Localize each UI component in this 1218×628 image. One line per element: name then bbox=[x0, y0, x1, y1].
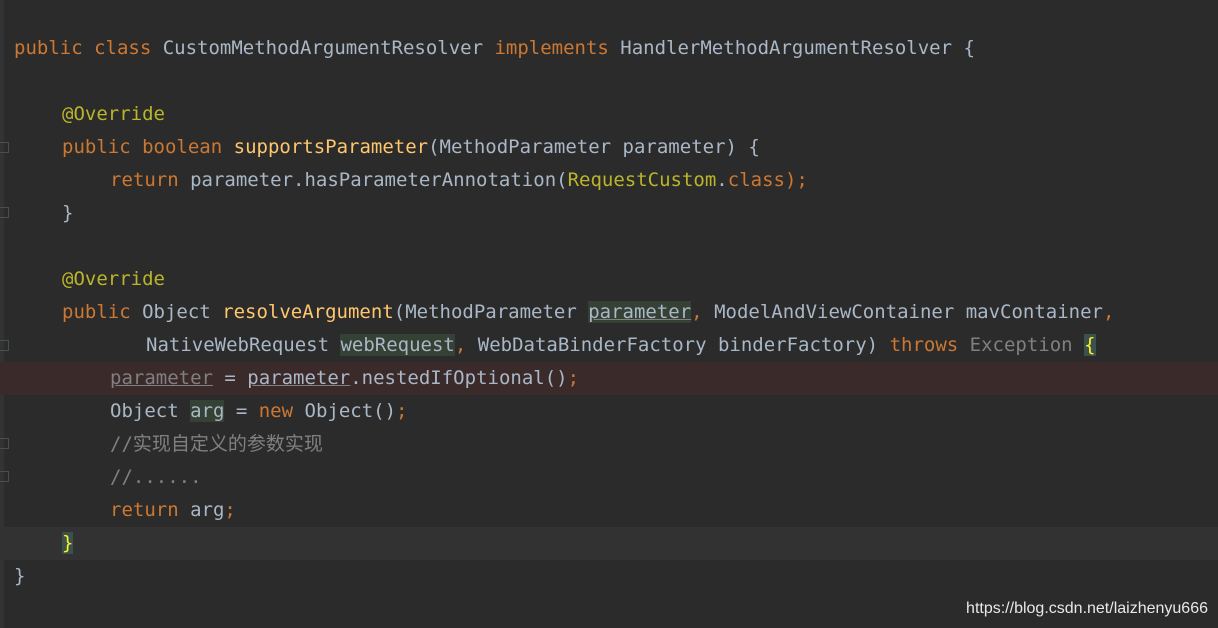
highlighted-usage[interactable]: arg bbox=[190, 400, 225, 422]
keyword-token: class bbox=[727, 169, 785, 191]
keyword-token: public bbox=[14, 37, 83, 59]
comment-token: //实现自定义的参数实现 bbox=[110, 433, 323, 455]
code-line[interactable]: Object arg = new Object(); bbox=[0, 395, 1218, 428]
warning-token[interactable]: parameter bbox=[110, 367, 213, 389]
watermark-text: https://blog.csdn.net/laizhenyu666 bbox=[966, 600, 1208, 617]
matched-brace: { bbox=[1084, 334, 1096, 356]
code-line-current[interactable]: } bbox=[0, 527, 1218, 560]
matched-brace: } bbox=[62, 532, 74, 554]
code-line[interactable]: public class CustomMethodArgumentResolve… bbox=[0, 32, 1218, 65]
keyword-token: new bbox=[258, 400, 294, 422]
code-line[interactable]: } bbox=[0, 560, 1218, 593]
code-line[interactable]: } bbox=[0, 197, 1218, 230]
keyword-token: public bbox=[62, 301, 131, 323]
code-line-error[interactable]: parameter = parameter.nestedIfOptional()… bbox=[0, 362, 1218, 395]
code-line[interactable]: public Object resolveArgument(MethodPara… bbox=[0, 296, 1218, 329]
code-line[interactable]: public boolean supportsParameter(MethodP… bbox=[0, 131, 1218, 164]
highlighted-usage[interactable]: parameter bbox=[588, 301, 692, 323]
comment-token: //...... bbox=[110, 466, 202, 488]
method-name-token: resolveArgument bbox=[222, 301, 394, 323]
code-line[interactable]: return arg; bbox=[0, 494, 1218, 527]
code-line[interactable]: return parameter.hasParameterAnnotation(… bbox=[0, 164, 1218, 197]
code-line[interactable]: //...... bbox=[0, 461, 1218, 494]
keyword-token: public bbox=[62, 136, 131, 158]
keyword-token: implements bbox=[494, 37, 609, 59]
unused-token: Exception bbox=[969, 334, 1073, 356]
keyword-token: class bbox=[94, 37, 152, 59]
keyword-token: return bbox=[110, 169, 179, 191]
code-line[interactable]: NativeWebRequest webRequest, WebDataBind… bbox=[0, 329, 1218, 362]
code-editor[interactable]: public class CustomMethodArgumentResolve… bbox=[0, 0, 1218, 628]
method-name-token: supportsParameter bbox=[233, 136, 429, 158]
code-line[interactable]: @Override bbox=[0, 263, 1218, 296]
annotation-token: @Override bbox=[62, 103, 165, 125]
highlighted-usage[interactable]: webRequest bbox=[340, 334, 455, 356]
keyword-token: boolean bbox=[142, 136, 223, 158]
keyword-token: return bbox=[110, 499, 179, 521]
annotation-token: RequestCustom bbox=[567, 169, 717, 191]
code-line[interactable]: @Override bbox=[0, 98, 1218, 131]
class-name-token: CustomMethodArgumentResolver bbox=[151, 37, 495, 59]
annotation-token: @Override bbox=[62, 268, 165, 290]
keyword-token: throws bbox=[889, 334, 959, 356]
code-line[interactable]: //实现自定义的参数实现 bbox=[0, 428, 1218, 461]
